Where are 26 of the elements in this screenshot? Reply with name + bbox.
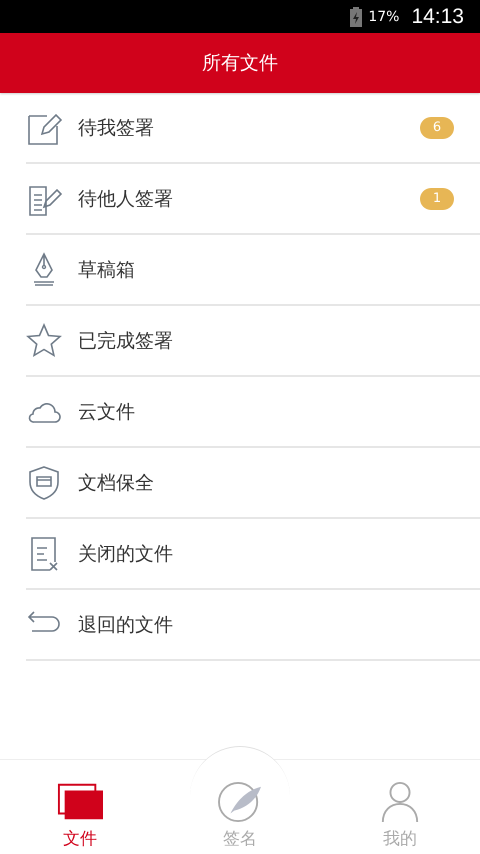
battery-percent: 17% (368, 8, 400, 24)
star-icon (26, 322, 62, 358)
folder-label: 云文件 (78, 400, 136, 424)
folder-label: 关闭的文件 (78, 542, 174, 566)
folder-label: 文档保全 (78, 470, 155, 496)
shield-icon (26, 464, 62, 500)
page-title: 所有文件 (202, 51, 278, 76)
folder-list-item[interactable]: 待我签署 6 (26, 93, 480, 164)
folder-list-item[interactable]: 文档保全 (26, 448, 480, 519)
battery-icon (350, 6, 362, 26)
folder-label: 已完成签署 (78, 328, 174, 354)
folder-label: 退回的文件 (78, 612, 174, 638)
folder-label: 待他人签署 (78, 186, 174, 212)
folder-label: 草稿箱 (78, 258, 136, 282)
feather-pen-icon (217, 781, 263, 823)
folder-list-item[interactable]: 已完成签署 (26, 306, 480, 377)
folder-list-item[interactable]: 云文件 (26, 377, 480, 448)
folder-list-item[interactable]: 草稿箱 (26, 235, 480, 306)
count-badge: 6 (420, 116, 454, 138)
folder-label: 待我签署 (78, 116, 155, 140)
clock-time: 14:13 (411, 4, 464, 28)
nav-tab[interactable]: 文件 (0, 760, 160, 854)
folder-list-item[interactable]: 关闭的文件 (26, 519, 480, 590)
folder-list-item[interactable]: 待他人签署 1 (26, 164, 480, 235)
count-badge: 1 (420, 188, 454, 210)
folder-list-item[interactable]: 退回的文件 (26, 590, 480, 661)
